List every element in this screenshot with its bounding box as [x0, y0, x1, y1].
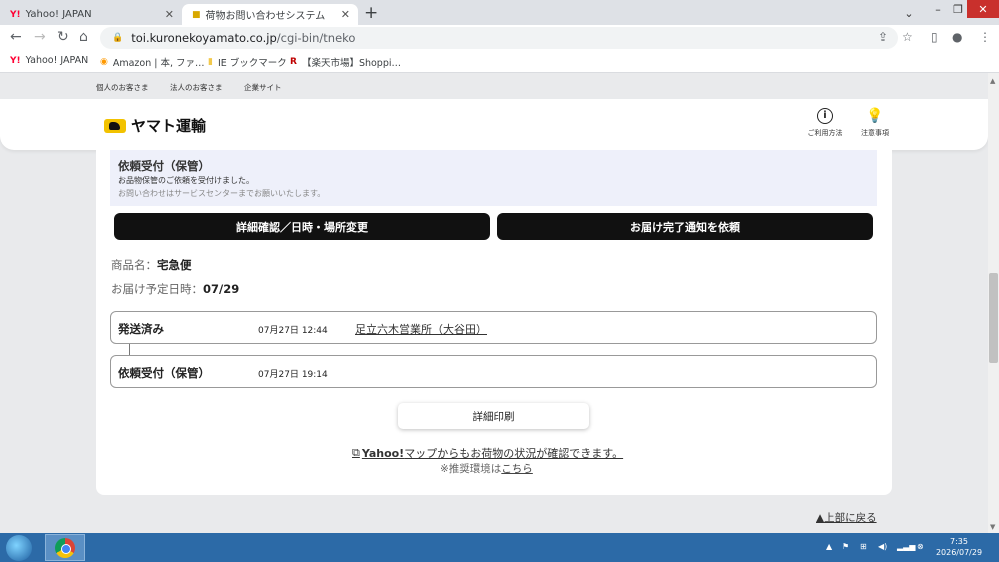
status-datetime: 07月27日 19:14	[258, 370, 328, 380]
url-host: toi.kuronekoyamato.co.jp	[131, 31, 277, 45]
tab-search-chevron-icon[interactable]: ⌄	[900, 4, 918, 22]
url-path: /cgi-bin/tneko	[276, 31, 356, 45]
clock-time: 7:35	[950, 537, 968, 546]
window-close-button[interactable]: ✕	[967, 0, 999, 18]
usage-guide-link[interactable]: i ご利用方法	[802, 108, 848, 138]
folder-icon: ▮	[208, 57, 213, 67]
bookmark-ie-folder[interactable]: ▮ IE ブックマーク	[208, 55, 287, 69]
timeline-connector	[129, 344, 130, 355]
site-subnav: 個人のお客さま 法人のお客さま 企業サイト	[0, 73, 999, 99]
lock-icon: 🔒	[112, 33, 124, 43]
close-tab-icon[interactable]: ✕	[341, 8, 350, 21]
delivery-notify-button[interactable]: お届け完了通知を依頼	[497, 213, 873, 240]
subnav-corporate[interactable]: 企業サイト	[244, 82, 282, 93]
status-name: 依頼受付（保管）	[118, 366, 210, 380]
rakuten-icon: R	[290, 57, 297, 67]
toolbar: ← → ↻ ⌂ 🔒 toi.kuronekoyamato.co.jp/cgi-b…	[0, 25, 999, 51]
recommended-env: ※推奨環境はこちら	[440, 463, 533, 475]
status-x-icon[interactable]: ⊗	[917, 542, 924, 551]
side-panel-icon[interactable]: ▯	[931, 30, 938, 44]
bookmark-amazon[interactable]: ◉ Amazon | 本, ファ…	[100, 55, 205, 69]
product-value: 宅急便	[157, 258, 192, 272]
start-button[interactable]	[6, 535, 32, 561]
status-datetime: 07月27日 12:44	[258, 326, 328, 336]
amazon-icon: ◉	[100, 57, 108, 67]
minimize-button[interactable]: –	[928, 0, 948, 18]
system-clock[interactable]: 7:35 2026/07/29	[934, 536, 984, 558]
black-cat-logo-icon	[104, 118, 126, 133]
new-tab-button[interactable]: +	[364, 3, 378, 23]
address-bar[interactable]: 🔒 toi.kuronekoyamato.co.jp/cgi-bin/tneko	[100, 27, 898, 49]
home-icon[interactable]: ⌂	[79, 29, 88, 45]
yamato-logo[interactable]: ヤマト運輸	[104, 115, 206, 136]
yahoo-favicon-icon: Y!	[10, 9, 21, 20]
bookmark-rakuten[interactable]: R 【楽天市場】Shoppi…	[290, 55, 401, 69]
status-row: 発送済み 07月27日 12:44 足立六木営業所（大谷田）	[110, 311, 877, 344]
kebab-menu-icon[interactable]: ⋮	[979, 30, 991, 44]
yahoo-icon: Y!	[10, 55, 21, 66]
reload-icon[interactable]: ↻	[57, 29, 69, 45]
site-header: ヤマト運輸 i ご利用方法 💡 注意事項	[0, 99, 988, 150]
status-notice: 依頼受付（保管） お品物保管のご依頼を受付けました。 お問い合わせはサービスセン…	[110, 150, 877, 206]
tab-title: Yahoo! JAPAN	[25, 9, 92, 20]
logo-text: ヤマト運輸	[131, 117, 207, 135]
scroll-down-icon[interactable]: ▼	[990, 523, 995, 531]
signal-icon[interactable]: ▂▃▅	[897, 542, 915, 551]
bookmark-star-icon[interactable]: ☆	[902, 30, 913, 44]
taskbar-chrome-button[interactable]	[45, 534, 85, 561]
external-window-icon: ⧉	[352, 446, 360, 459]
product-name: 商品名：宅急便	[111, 258, 192, 272]
delivery-date: お届け予定日時：07/29	[111, 282, 240, 296]
branch-office-link[interactable]: 足立六木営業所（大谷田）	[355, 321, 487, 337]
network-icon[interactable]: ⊞	[860, 542, 867, 551]
tab-yahoo[interactable]: Y! Yahoo! JAPAN ✕	[0, 4, 182, 25]
status-row: 依頼受付（保管） 07月27日 19:14	[110, 355, 877, 388]
clock-date: 2026/07/29	[935, 548, 983, 557]
notice-contact: お問い合わせはサービスセンターまでお願いいたします。	[118, 189, 326, 198]
chrome-icon	[55, 538, 75, 558]
subnav-business[interactable]: 法人のお客さま	[170, 82, 223, 93]
lightbulb-icon: 💡	[866, 108, 884, 124]
profile-avatar-icon[interactable]: ●	[952, 30, 962, 44]
page-scrollbar[interactable]: ▲ ▼	[988, 73, 999, 533]
bookmarks-bar: Y! Yahoo! JAPAN ◉ Amazon | 本, ファ… ▮ IE ブ…	[0, 51, 999, 73]
yamato-cat-icon: ■	[192, 9, 201, 20]
close-tab-icon[interactable]: ✕	[165, 8, 174, 21]
scroll-up-icon[interactable]: ▲	[990, 77, 995, 85]
tab-tracking[interactable]: ■ 荷物お問い合わせシステム ✕	[182, 4, 358, 25]
maximize-button[interactable]: ❐	[948, 0, 968, 18]
yahoo-map-link[interactable]: ⧉ Yahoo! マップからもお荷物の状況が確認できます。	[352, 445, 623, 461]
bookmark-yahoo[interactable]: Y! Yahoo! JAPAN	[10, 55, 88, 66]
precautions-link[interactable]: 💡 注意事項	[852, 108, 898, 138]
recommended-env-link[interactable]: こちら	[501, 463, 533, 475]
share-icon[interactable]: ⇪	[878, 30, 888, 44]
tray-expand-icon[interactable]: ▲	[826, 542, 832, 551]
delivery-date-value: 07/29	[203, 282, 240, 296]
notice-title: 依頼受付（保管）	[118, 159, 210, 173]
taskbar: ▲ ⚑ ⊞ ◀) ▂▃▅ ⊗ 7:35 2026/07/29	[0, 533, 999, 562]
print-details-button[interactable]: 詳細印刷	[398, 403, 589, 429]
scrollbar-thumb[interactable]	[989, 273, 998, 363]
status-name: 発送済み	[118, 322, 164, 336]
tab-title: 荷物お問い合わせシステム	[205, 11, 326, 22]
back-arrow-icon[interactable]: ←	[10, 29, 22, 45]
forward-arrow-icon[interactable]: →	[34, 29, 46, 45]
change-delivery-button[interactable]: 詳細確認／日時・場所変更	[114, 213, 490, 240]
back-to-top-link[interactable]: ▲上部に戻る	[816, 510, 877, 525]
subnav-personal[interactable]: 個人のお客さま	[96, 82, 149, 93]
flag-icon[interactable]: ⚑	[842, 542, 849, 551]
notice-message: お品物保管のご依頼を受付けました。	[118, 176, 254, 185]
tab-strip: Y! Yahoo! JAPAN ✕ ■ 荷物お問い合わせシステム ✕ + ⌄ –…	[0, 0, 999, 25]
info-icon: i	[817, 108, 833, 124]
volume-icon[interactable]: ◀)	[878, 542, 887, 551]
